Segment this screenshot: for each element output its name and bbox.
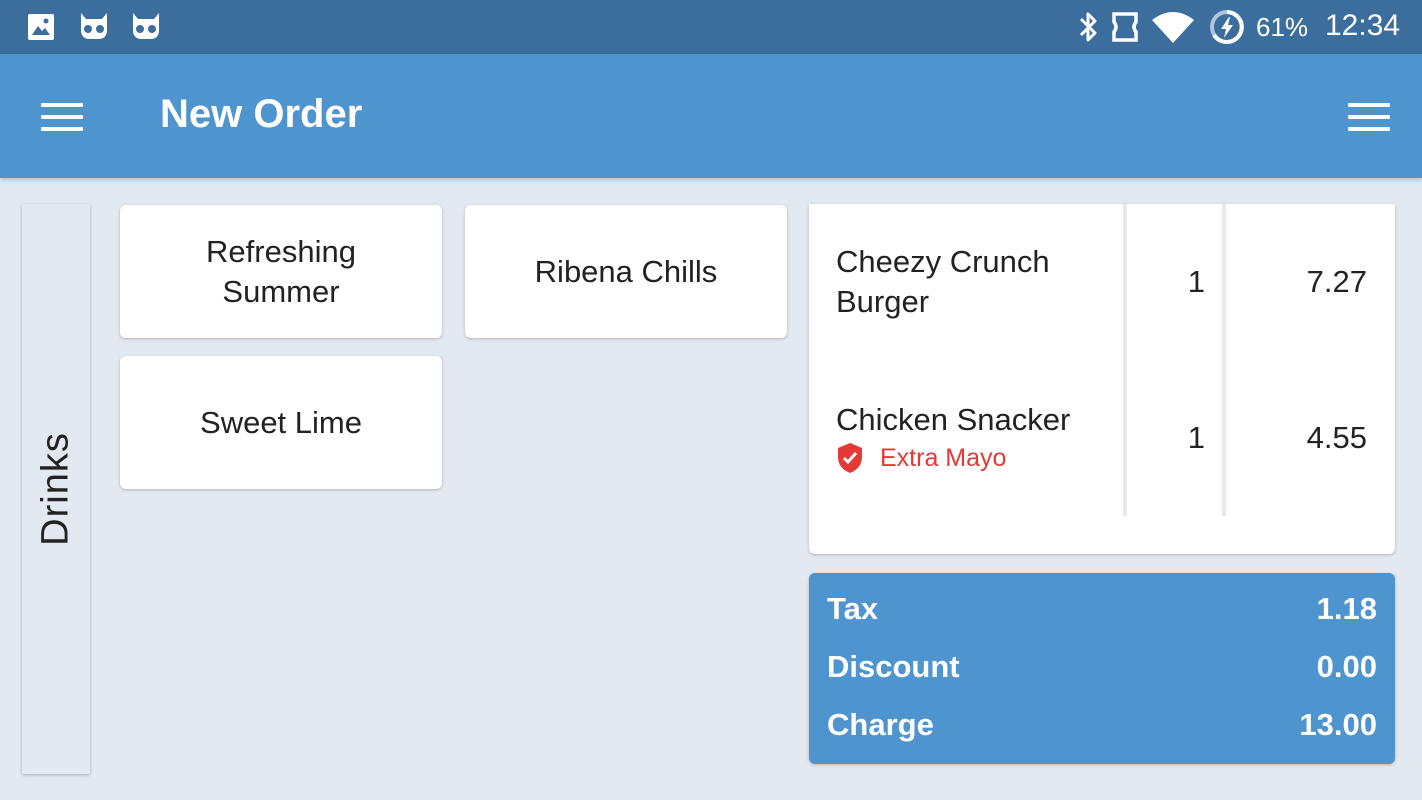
app-notification-icon: [81, 13, 107, 39]
image-icon: [28, 14, 54, 40]
order-item-price: 7.27: [1306, 264, 1367, 299]
nfc-icon: [1112, 12, 1138, 42]
navigation-menu-icon[interactable]: [41, 103, 83, 131]
discount-row: Discount 0.00: [827, 649, 1377, 689]
charge-row: Charge 13.00: [827, 707, 1377, 747]
order-item-name: Cheezy Crunch Burger: [836, 244, 1050, 319]
product-card-refreshing-summer[interactable]: Refreshing Summer: [120, 205, 442, 338]
order-item-qty: 1: [1187, 264, 1205, 299]
order-item-name: Chicken Snacker: [836, 402, 1071, 437]
charge-label: Charge: [827, 707, 934, 742]
page-title: New Order: [160, 92, 363, 136]
app-notification-icon: [133, 13, 159, 39]
app-bar: New Order: [0, 54, 1422, 178]
order-item-modifier: Extra Mayo: [836, 442, 1006, 474]
category-label: Drinks: [34, 432, 77, 546]
category-tab-drinks[interactable]: Drinks: [22, 204, 90, 774]
order-menu-icon[interactable]: [1348, 103, 1390, 131]
order-list: Cheezy Crunch Burger 1 7.27 Chicken Snac…: [809, 204, 1395, 554]
product-label: Ribena Chills: [534, 253, 718, 289]
discount-value: 0.00: [1316, 649, 1377, 684]
status-bar: 61% 12:34: [0, 0, 1422, 54]
bluetooth-icon: [1079, 12, 1097, 42]
order-item-price: 4.55: [1306, 420, 1367, 455]
order-totals[interactable]: Tax 1.18 Discount 0.00 Charge 13.00: [809, 573, 1395, 764]
order-item[interactable]: Cheezy Crunch Burger 1 7.27: [809, 204, 1395, 362]
tax-value: 1.18: [1316, 591, 1377, 626]
order-item[interactable]: Chicken Snacker Extra Mayo 1 4.55: [809, 362, 1395, 516]
shield-check-icon: [838, 443, 862, 473]
tax-label: Tax: [827, 591, 879, 626]
wifi-icon: [1152, 12, 1194, 43]
modifier-label: Extra Mayo: [880, 443, 1007, 472]
product-label: Sweet Lime: [200, 404, 362, 440]
order-item-qty: 1: [1187, 420, 1205, 455]
product-card-sweet-lime[interactable]: Sweet Lime: [120, 356, 442, 489]
discount-label: Discount: [827, 649, 960, 684]
battery-percent: 61%: [1256, 12, 1309, 42]
clock: 12:34: [1325, 9, 1401, 42]
tax-row: Tax 1.18: [827, 591, 1377, 631]
product-card-ribena-chills[interactable]: Ribena Chills: [465, 205, 787, 338]
product-label: Refreshing Summer: [206, 233, 356, 309]
charge-value: 13.00: [1299, 707, 1377, 742]
battery-charging-icon: [1210, 10, 1244, 44]
